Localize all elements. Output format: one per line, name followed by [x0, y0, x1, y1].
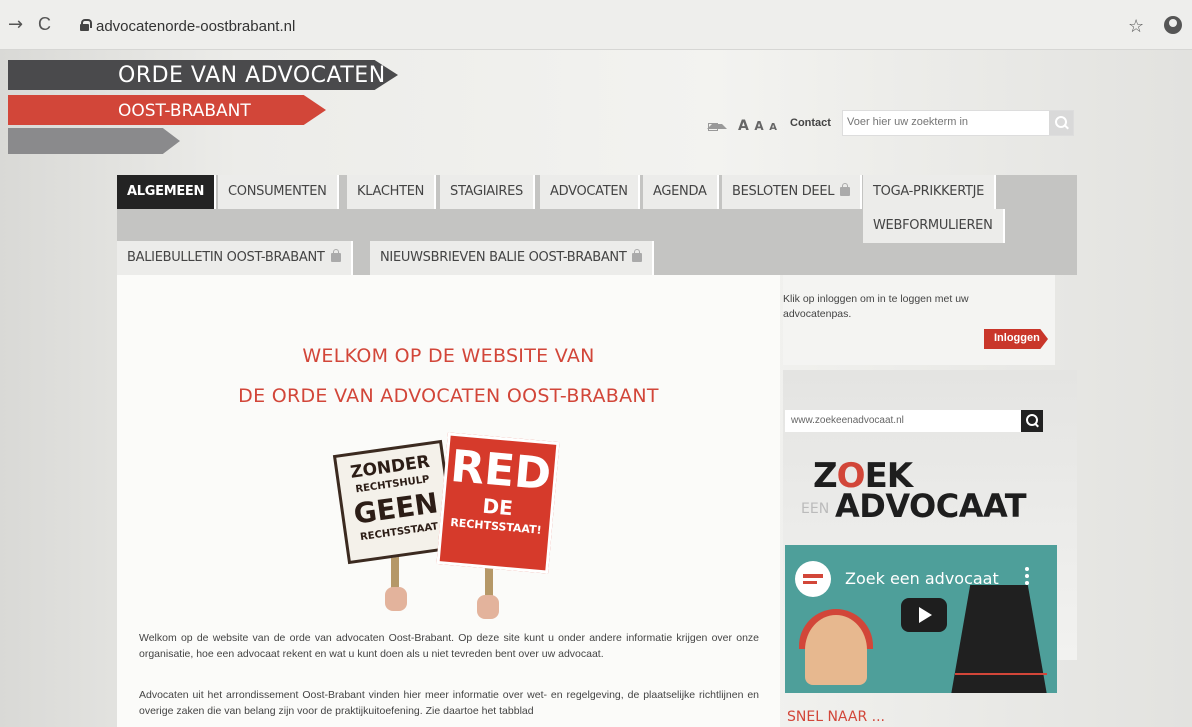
video-title[interactable]: Zoek een advocaat: [845, 569, 999, 588]
tab-stagiaires[interactable]: STAGIAIRES: [440, 175, 535, 209]
login-text: Klik op inloggen om in te loggen met uw …: [783, 293, 969, 320]
hand-right: [477, 595, 499, 619]
zoek-advocaat-input[interactable]: www.zoekeenadvocaat.nl: [785, 410, 1043, 432]
video-player[interactable]: Zoek een advocaat: [785, 545, 1057, 693]
zoek-logo-een: EEN: [801, 501, 830, 517]
search-icon[interactable]: [1021, 410, 1043, 432]
search-icon[interactable]: [1049, 111, 1073, 135]
logo-banner-grey: [8, 128, 180, 154]
bookmark-star-icon[interactable]: ☆: [1128, 16, 1144, 37]
tab-nieuwsbrieven-label: NIEUWSBRIEVEN BALIE OOST-BRABANT: [380, 250, 627, 265]
sidebar: Klik op inloggen om in te loggen met uw …: [783, 275, 1077, 727]
lawyers-paragraph: Advocaten uit het arrondissement Oost-Br…: [139, 689, 759, 717]
font-size-control[interactable]: A A A: [738, 115, 777, 134]
address-bar[interactable]: advocatenorde-oostbrabant.nl: [96, 18, 295, 35]
tab-besloten-deel[interactable]: BESLOTEN DEEL: [722, 175, 863, 209]
snel-naar-heading: SNEL NAAR ...: [787, 709, 885, 725]
tab-nieuwsbrieven[interactable]: NIEUWSBRIEVEN BALIE OOST-BRABANT: [370, 241, 655, 275]
font-size-large[interactable]: A: [738, 118, 749, 134]
tab-toga-prikkertje[interactable]: TOGA-PRIKKERTJE: [863, 175, 997, 209]
browser-toolbar: → C advocatenorde-oostbrabant.nl ☆: [0, 0, 1192, 50]
lock-icon: [80, 19, 92, 31]
sign-right-line1: RED: [448, 440, 554, 501]
reload-button[interactable]: C: [38, 14, 51, 35]
lock-icon: [330, 249, 341, 262]
tab-advocaten[interactable]: ADVOCATEN: [540, 175, 640, 209]
home-icon[interactable]: [706, 118, 727, 131]
lock-icon: [632, 249, 643, 262]
profile-avatar-icon[interactable]: [1164, 16, 1182, 34]
more-options-icon[interactable]: [1025, 567, 1029, 585]
tab-webformulieren[interactable]: WEBFORMULIEREN: [863, 209, 1005, 243]
channel-logo-icon: [795, 561, 831, 597]
intro-paragraph: Welkom op de website van de orde van adv…: [139, 632, 759, 660]
lock-icon: [840, 183, 851, 196]
welcome-headline-2: DE ORDE VAN ADVOCATEN OOST-BRABANT: [238, 385, 659, 407]
login-button[interactable]: Inloggen: [984, 329, 1048, 349]
welcome-headline-1: WELKOM OP DE WEBSITE VAN: [302, 345, 595, 367]
zoek-logo-advocaat[interactable]: ADVOCAAT: [835, 487, 1027, 525]
protest-sign-right: RED DE RECHTSSTAAT!: [436, 432, 560, 574]
tab-baliebulletin-label: BALIEBULLETIN OOST-BRABANT: [127, 250, 325, 265]
contact-link[interactable]: Contact: [790, 117, 831, 129]
logo-title[interactable]: ORDE VAN ADVOCATEN: [118, 63, 386, 88]
play-icon[interactable]: [901, 598, 947, 632]
back-button[interactable]: →: [8, 14, 23, 35]
video-illustration-person: [805, 615, 867, 685]
font-size-medium[interactable]: A: [754, 119, 763, 133]
zoek-logo-z: Z: [813, 456, 838, 496]
hand-left: [385, 587, 407, 611]
video-illustration-robe: [951, 585, 1047, 693]
site-search: [842, 110, 1074, 136]
tab-klachten[interactable]: KLACHTEN: [347, 175, 437, 209]
tab-algemeen[interactable]: ALGEMEEN: [117, 175, 217, 209]
login-box: Klik op inloggen om in te loggen met uw …: [783, 275, 1055, 365]
tab-consumenten[interactable]: CONSUMENTEN: [218, 175, 339, 209]
logo-subtitle[interactable]: OOST-BRABANT: [118, 101, 251, 121]
main-nav: ALGEMEEN CONSUMENTEN KLACHTEN STAGIAIRES…: [117, 175, 1077, 275]
font-size-small[interactable]: A: [769, 122, 777, 133]
tab-agenda[interactable]: AGENDA: [643, 175, 719, 209]
search-input[interactable]: [847, 116, 1047, 128]
scale-icon: [955, 673, 1047, 675]
main-content: WELKOM OP DE WEBSITE VAN DE ORDE VAN ADV…: [117, 275, 780, 727]
tab-baliebulletin[interactable]: BALIEBULLETIN OOST-BRABANT: [117, 241, 353, 275]
tab-besloten-deel-label: BESLOTEN DEEL: [732, 184, 835, 199]
zoek-advocaat-input-text: www.zoekeenadvocaat.nl: [791, 415, 904, 426]
